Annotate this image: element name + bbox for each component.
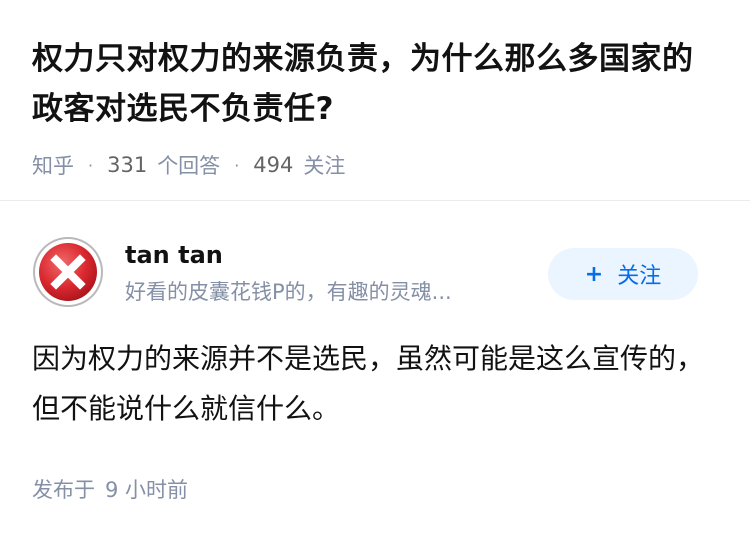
author-name[interactable]: tan tan <box>125 240 525 270</box>
author-bio: 好看的皮囊花钱P的，有趣的灵魂... <box>125 280 452 304</box>
plus-icon: + <box>584 261 604 287</box>
author-info: tan tan 好看的皮囊花钱P的，有趣的灵魂... <box>125 240 525 306</box>
question-header: 权力只对权力的来源负责，为什么那么多国家的政客对选民不负责任? 知乎 · 331… <box>0 0 750 180</box>
time-prefix: 发布于 <box>32 478 95 502</box>
answer-card: tan tan 好看的皮囊花钱P的，有趣的灵魂... + 关注 因为权力的来源并… <box>0 228 750 504</box>
answer-content[interactable]: 因为权力的来源并不是选民，虽然可能是这么宣传的，但不能说什么就信什么。 <box>32 334 712 434</box>
source-label[interactable]: 知乎 <box>32 150 74 180</box>
follow-button-label: 关注 <box>617 264 662 289</box>
error-x-icon[interactable] <box>32 236 104 308</box>
author-row: tan tan 好看的皮囊花钱P的，有趣的灵魂... + 关注 <box>0 228 750 312</box>
question-meta: 知乎 · 331 个回答 · 494 关注 <box>32 150 718 180</box>
meta-separator: · <box>234 155 240 175</box>
follow-button[interactable]: + 关注 <box>548 248 698 300</box>
question-title[interactable]: 权力只对权力的来源负责，为什么那么多国家的政客对选民不负责任? <box>32 34 718 134</box>
follower-count-label: 关注 <box>303 154 346 178</box>
follower-count: 494 <box>253 153 294 177</box>
time-value: 9 小时前 <box>105 478 189 502</box>
answer-count: 331 <box>107 153 148 177</box>
page: 权力只对权力的来源负责，为什么那么多国家的政客对选民不负责任? 知乎 · 331… <box>0 0 750 538</box>
section-divider <box>0 200 750 201</box>
answer-timestamp: 发布于 9 小时前 <box>32 474 718 504</box>
answer-count-label: 个回答 <box>157 154 221 178</box>
meta-separator: · <box>88 155 94 175</box>
